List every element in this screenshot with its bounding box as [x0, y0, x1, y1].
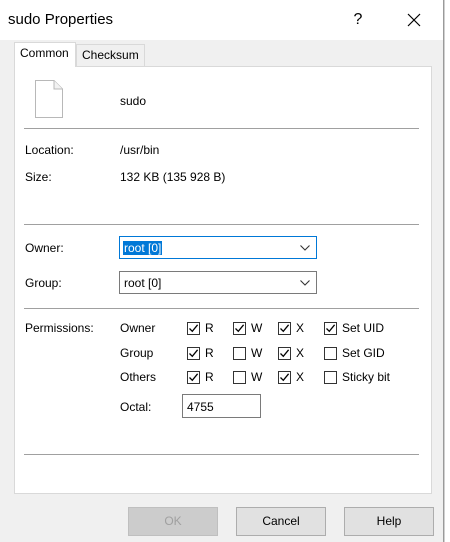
special-permission-label: Sticky bit — [342, 370, 391, 384]
checkmark-icon — [189, 324, 199, 333]
special-permission-label: Set GID — [342, 346, 385, 360]
octal-input-value: 4755 — [187, 400, 214, 414]
size-label: Size: — [25, 170, 52, 184]
checkmark-icon — [280, 373, 290, 382]
location-value: /usr/bin — [120, 143, 160, 157]
chevron-down-icon — [300, 245, 310, 251]
checkbox-sticky-bit[interactable] — [324, 371, 337, 384]
checkmark-icon — [189, 373, 199, 382]
tab-common[interactable]: Common — [14, 42, 76, 67]
checkbox-others-r[interactable] — [187, 371, 200, 384]
checkbox-set-uid[interactable] — [324, 322, 337, 335]
octal-input[interactable]: 4755 — [182, 394, 261, 418]
checkmark-icon — [280, 324, 290, 333]
group-select[interactable]: root [0] — [119, 271, 317, 294]
chevron-down-icon — [300, 280, 310, 286]
checkbox-label-x: X — [296, 370, 305, 384]
cancel-button[interactable]: Cancel — [236, 507, 326, 536]
checkbox-label-w: W — [251, 321, 263, 335]
checkbox-others-w[interactable] — [233, 371, 246, 384]
close-icon — [407, 13, 421, 27]
divider — [24, 128, 419, 129]
help-button[interactable]: Help — [344, 507, 434, 536]
tab-checksum[interactable]: Checksum — [76, 44, 145, 66]
permission-row-label: Group — [120, 346, 154, 360]
checkbox-label-x: X — [296, 346, 305, 360]
checkmark-icon — [280, 349, 290, 358]
checkbox-group-r[interactable] — [187, 347, 200, 360]
close-button[interactable] — [396, 6, 432, 34]
checkbox-label-r: R — [205, 321, 214, 335]
permission-row-label: Owner — [120, 321, 156, 335]
checkbox-label-w: W — [251, 370, 263, 384]
file-icon — [35, 80, 63, 118]
checkbox-others-x[interactable] — [278, 371, 291, 384]
owner-select[interactable]: root [0] — [119, 236, 317, 259]
checkbox-label-r: R — [205, 370, 214, 384]
checkbox-group-x[interactable] — [278, 347, 291, 360]
file-name: sudo — [120, 94, 147, 108]
permission-row-label: Others — [120, 370, 157, 384]
octal-label: Octal: — [120, 400, 152, 414]
checkbox-label-r: R — [205, 346, 214, 360]
checkbox-set-gid[interactable] — [324, 347, 337, 360]
divider — [24, 454, 419, 455]
checkbox-owner-x[interactable] — [278, 322, 291, 335]
checkbox-group-w[interactable] — [233, 347, 246, 360]
background-window-edge — [444, 0, 450, 542]
help-title-button[interactable]: ? — [343, 6, 373, 34]
checkmark-icon — [326, 324, 336, 333]
checkbox-label-x: X — [296, 321, 305, 335]
size-value: 132 KB (135 928 B) — [120, 170, 226, 184]
checkbox-label-w: W — [251, 346, 263, 360]
owner-select-value: root [0] — [123, 241, 163, 255]
ok-button[interactable]: OK — [128, 507, 218, 536]
checkmark-icon — [235, 324, 245, 333]
divider — [24, 308, 419, 309]
special-permission-label: Set UID — [342, 321, 385, 335]
checkmark-icon — [189, 349, 199, 358]
checkbox-owner-w[interactable] — [233, 322, 246, 335]
group-label: Group: — [25, 276, 62, 290]
group-select-value: root [0] — [124, 276, 162, 290]
divider — [24, 224, 419, 225]
window-title: sudo Properties — [8, 11, 114, 28]
location-label: Location: — [25, 143, 74, 157]
owner-label: Owner: — [25, 241, 64, 255]
permissions-label: Permissions: — [25, 321, 94, 335]
properties-dialog: sudo Properties ? Common Checksum sudo L… — [0, 0, 444, 542]
title-bar: sudo Properties ? — [0, 0, 443, 40]
checkbox-owner-r[interactable] — [187, 322, 200, 335]
